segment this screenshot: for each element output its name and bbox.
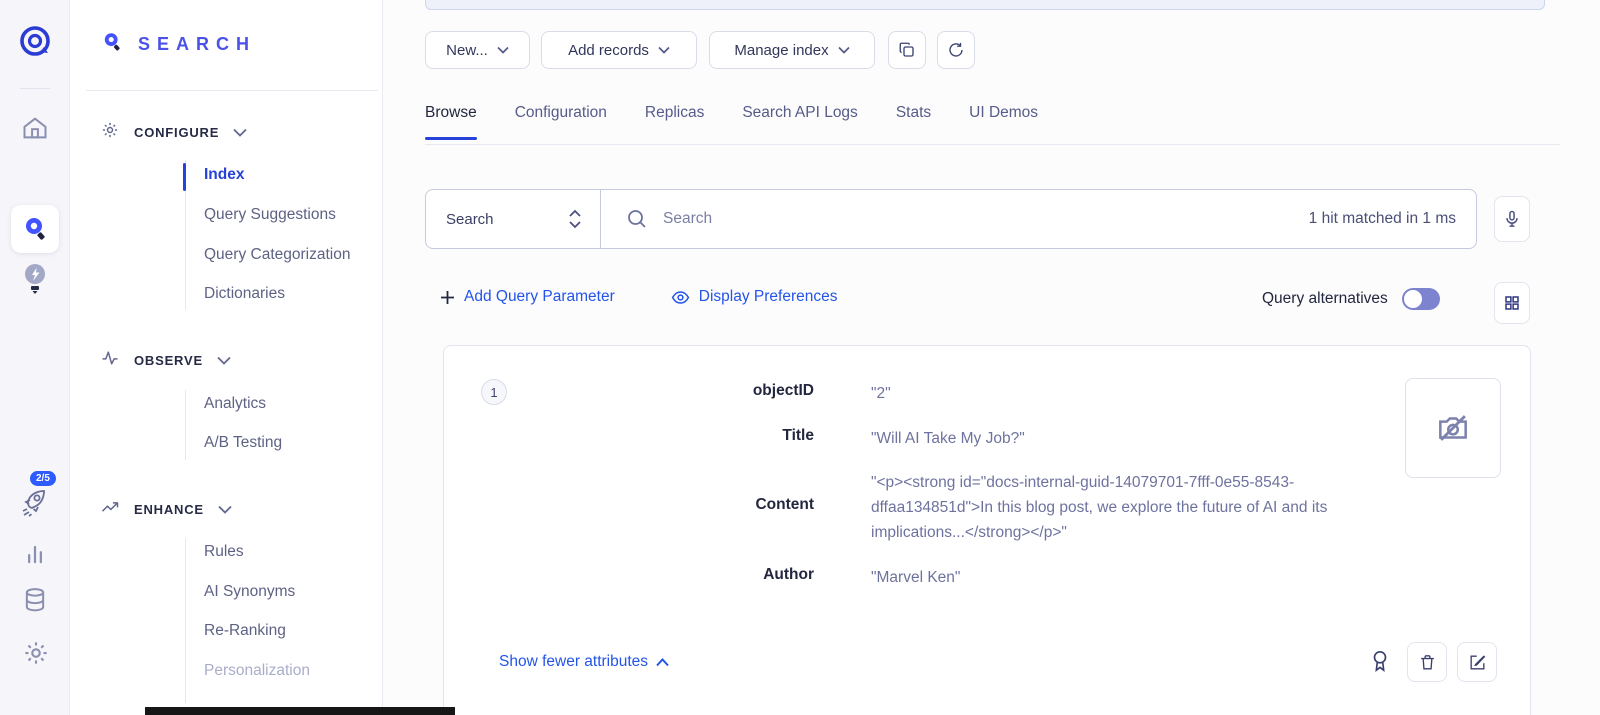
sidebar-title: SEARCH bbox=[138, 34, 256, 55]
rocket-icon[interactable] bbox=[18, 486, 52, 520]
database-icon[interactable] bbox=[21, 586, 49, 614]
tab-divider bbox=[425, 144, 1560, 145]
section-configure[interactable]: CONFIGURE bbox=[100, 120, 247, 145]
query-alternatives-toggle[interactable] bbox=[1402, 288, 1440, 310]
nav-guide-line bbox=[185, 538, 186, 703]
query-alternatives-control: Query alternatives bbox=[1262, 288, 1440, 310]
sidebar-header: SEARCH bbox=[100, 30, 256, 59]
chevron-down-icon bbox=[658, 46, 670, 54]
image-placeholder bbox=[1405, 378, 1501, 478]
trend-icon bbox=[100, 497, 120, 522]
copy-button[interactable] bbox=[888, 31, 926, 69]
bottom-strip bbox=[145, 707, 455, 715]
updown-chevrons-icon bbox=[568, 207, 582, 231]
sidebar-item-ai-synonyms[interactable]: AI Synonyms bbox=[204, 583, 295, 601]
icon-rail: 2/5 bbox=[0, 0, 70, 715]
tab-configuration[interactable]: Configuration bbox=[515, 104, 607, 140]
chevron-down-icon bbox=[497, 46, 509, 54]
field-key: objectID bbox=[444, 382, 814, 400]
field-value: "<p><strong id="docs-internal-guid-14079… bbox=[871, 470, 1395, 545]
sidebar-item-dictionaries[interactable]: Dictionaries bbox=[204, 285, 285, 303]
nav-guide-line bbox=[185, 390, 186, 460]
search-product-icon[interactable] bbox=[11, 205, 59, 253]
sidebar-divider bbox=[86, 90, 378, 91]
sidebar-item-analytics[interactable]: Analytics bbox=[204, 395, 266, 413]
ranking-info-button[interactable] bbox=[1369, 649, 1391, 678]
sidebar-item-re-ranking[interactable]: Re-Ranking bbox=[204, 622, 286, 640]
analytics-bars-icon[interactable] bbox=[21, 540, 49, 568]
tab-ui-demos[interactable]: UI Demos bbox=[969, 104, 1038, 140]
settings-gear-icon[interactable] bbox=[21, 638, 51, 668]
field-key: Author bbox=[444, 566, 814, 584]
copy-icon bbox=[898, 41, 916, 59]
camera-off-icon bbox=[1434, 409, 1472, 447]
layout-grid-button[interactable] bbox=[1494, 282, 1530, 324]
search-magnifier-icon bbox=[100, 30, 124, 59]
tab-search-api-logs[interactable]: Search API Logs bbox=[742, 104, 857, 140]
sidebar: SEARCH CONFIGURE Index Query Suggestions… bbox=[70, 0, 383, 715]
microphone-icon bbox=[1502, 209, 1522, 229]
new-button[interactable]: New... bbox=[425, 31, 530, 69]
display-preferences-link[interactable]: Display Preferences bbox=[671, 288, 838, 306]
field-key: Title bbox=[444, 427, 814, 445]
edit-icon bbox=[1468, 653, 1487, 672]
usage-badge: 2/5 bbox=[30, 471, 56, 486]
hits-status: 1 hit matched in 1 ms bbox=[1309, 210, 1456, 228]
query-row: Add Query Parameter Display Preferences bbox=[440, 288, 837, 306]
voice-search-button[interactable] bbox=[1494, 196, 1530, 242]
main-content: New... Add records Manage index Browse C… bbox=[383, 0, 1600, 715]
edit-record-button[interactable] bbox=[1457, 642, 1497, 682]
gear-icon bbox=[100, 120, 120, 145]
chevron-down-icon bbox=[838, 46, 850, 54]
search-input-wrap: 1 hit matched in 1 ms bbox=[601, 190, 1476, 248]
algolia-logo-icon[interactable] bbox=[15, 22, 55, 62]
chevron-down-icon bbox=[218, 501, 232, 519]
result-card: 1 objectID "2" Title "Will AI Take My Jo… bbox=[443, 345, 1531, 715]
search-input[interactable] bbox=[663, 210, 1295, 228]
tab-bar: Browse Configuration Replicas Search API… bbox=[425, 104, 1038, 140]
delete-record-button[interactable] bbox=[1407, 642, 1447, 682]
search-bar: Search 1 hit matched in 1 ms bbox=[425, 189, 1477, 249]
section-observe[interactable]: OBSERVE bbox=[100, 348, 231, 373]
home-icon[interactable] bbox=[21, 114, 49, 142]
chevron-up-icon bbox=[656, 658, 669, 667]
toggle-knob bbox=[1404, 290, 1422, 308]
manage-index-button[interactable]: Manage index bbox=[709, 31, 875, 69]
active-item-bar bbox=[183, 163, 186, 191]
sidebar-item-ab-testing[interactable]: A/B Testing bbox=[204, 434, 282, 452]
show-fewer-attributes-link[interactable]: Show fewer attributes bbox=[499, 653, 669, 671]
app-window: 2/5 SEARCH CONFIGURE Index bbox=[0, 0, 1600, 715]
tab-stats[interactable]: Stats bbox=[896, 104, 931, 140]
index-info-bar-partial bbox=[425, 0, 1545, 10]
eye-icon bbox=[671, 290, 690, 305]
trash-icon bbox=[1418, 653, 1437, 672]
chevron-down-icon bbox=[233, 124, 247, 142]
sidebar-item-index[interactable]: Index bbox=[204, 166, 244, 184]
field-key: Content bbox=[444, 496, 814, 514]
grid-icon bbox=[1503, 294, 1521, 312]
add-records-button[interactable]: Add records bbox=[541, 31, 697, 69]
query-alternatives-label: Query alternatives bbox=[1262, 290, 1388, 308]
sidebar-item-query-suggestions[interactable]: Query Suggestions bbox=[204, 206, 336, 224]
sidebar-item-rules[interactable]: Rules bbox=[204, 543, 244, 561]
field-value: "2" bbox=[871, 381, 1395, 406]
chevron-down-icon bbox=[217, 352, 231, 370]
field-value: "Marvel Ken" bbox=[871, 565, 1395, 590]
rail-divider bbox=[20, 88, 50, 89]
sidebar-item-personalization[interactable]: Personalization bbox=[204, 662, 310, 680]
section-enhance[interactable]: ENHANCE bbox=[100, 497, 232, 522]
add-query-parameter-link[interactable]: Add Query Parameter bbox=[440, 288, 615, 306]
sidebar-item-query-categorization[interactable]: Query Categorization bbox=[204, 246, 350, 264]
field-value: "Will AI Take My Job?" bbox=[871, 426, 1395, 451]
plus-icon bbox=[440, 290, 455, 305]
refresh-button[interactable] bbox=[937, 31, 975, 69]
refresh-icon bbox=[947, 41, 965, 59]
tab-replicas[interactable]: Replicas bbox=[645, 104, 704, 140]
tab-browse[interactable]: Browse bbox=[425, 104, 477, 140]
search-mode-select[interactable]: Search bbox=[426, 190, 601, 248]
magnifier-icon bbox=[625, 207, 649, 231]
recommend-lightbulb-icon[interactable] bbox=[22, 262, 48, 296]
award-ribbon-icon bbox=[1369, 649, 1391, 673]
pulse-icon bbox=[100, 348, 120, 373]
